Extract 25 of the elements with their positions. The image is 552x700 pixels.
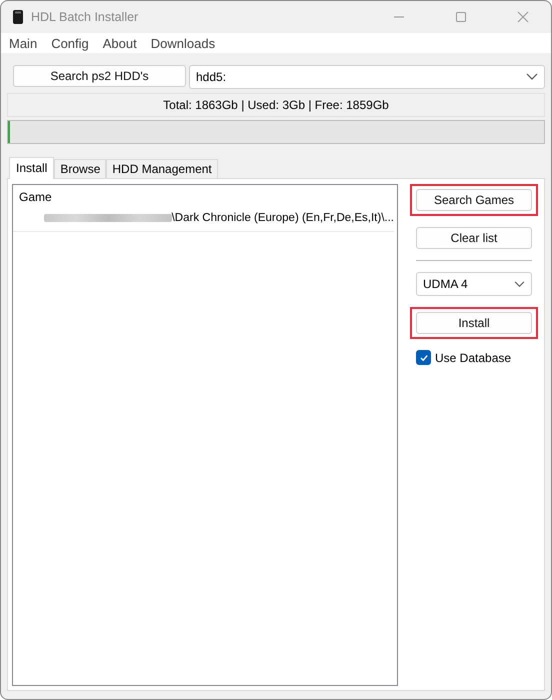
game-path[interactable]: \Dark Chronicle (Europe) (En,Fr,De,Es,It)\... xyxy=(172,212,394,224)
drive-dropdown[interactable]: hdd5: xyxy=(189,65,545,89)
mode-dropdown[interactable]: UDMA 4 xyxy=(416,272,532,296)
menu-item[interactable]: About xyxy=(102,36,137,50)
action-button[interactable]: Clear list xyxy=(416,227,532,249)
tab[interactable]: HDD Management xyxy=(106,159,218,178)
chevron-down-icon xyxy=(526,73,538,81)
tab[interactable]: Install xyxy=(9,157,54,179)
menu-item[interactable]: Downloads xyxy=(150,36,216,50)
menu-item[interactable]: Main xyxy=(9,36,38,50)
app-icon xyxy=(13,10,23,24)
disk-info-bar: Total: 1863Gb | Used: 3Gb | Free: 1859Gb xyxy=(7,93,545,117)
close-icon[interactable] xyxy=(517,11,529,23)
window-title: HDL Batch Installer xyxy=(31,10,138,24)
chevron-down-icon xyxy=(514,280,525,288)
search-hdd-button[interactable]: Search ps2 HDD's xyxy=(13,65,186,87)
action-button[interactable]: Install xyxy=(416,312,532,334)
checkbox[interactable] xyxy=(416,350,431,365)
checkbox-label: Use Database xyxy=(435,350,512,364)
check-icon xyxy=(418,352,428,362)
maximize-icon[interactable] xyxy=(455,11,467,23)
tab[interactable]: Browse xyxy=(54,159,106,178)
column-header: Game xyxy=(18,189,53,206)
action-button[interactable]: Search Games xyxy=(416,189,532,211)
menu-item[interactable]: Config xyxy=(51,36,89,50)
